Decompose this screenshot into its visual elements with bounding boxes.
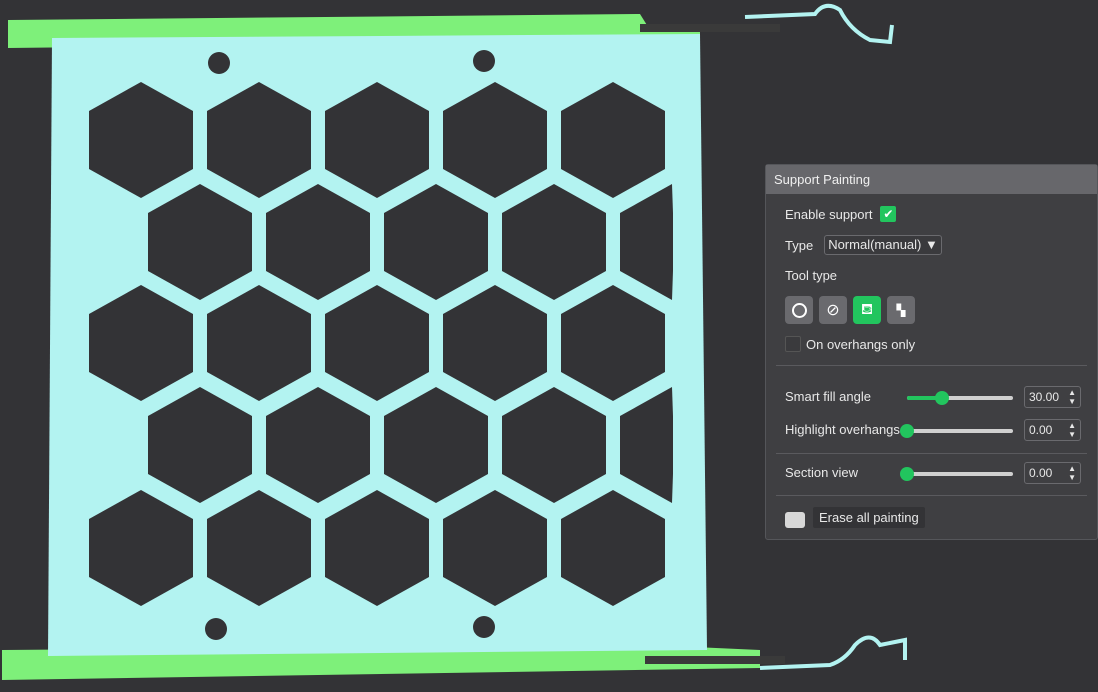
gap-fill-button[interactable]: ▚ [887,296,915,324]
spin-arrows-icon[interactable]: ▲ ▼ [1068,421,1076,439]
hex-grid [89,82,673,606]
divider [776,495,1087,496]
highlight-overhangs-label: Highlight overhangs [785,422,900,437]
sphere-brush-icon: ⊘ [826,302,840,319]
bottom-rail-slot [645,656,785,664]
panel-title: Support Painting [766,165,1097,194]
sphere-brush-button[interactable]: ⊘ [819,296,847,324]
chevron-down-icon: ▼ [925,237,938,252]
enable-support-checkbox[interactable]: ✔ [880,206,897,222]
overhangs-only-label: On overhangs only [806,336,916,352]
gap-fill-icon: ▚ [896,304,906,317]
section-view-input[interactable]: 0.00 ▲ ▼ [1024,462,1081,484]
spin-arrows-icon[interactable]: ▲ ▼ [1068,464,1076,482]
keyboard-icon[interactable] [785,512,805,528]
section-view-value: 0.00 [1029,466,1053,480]
circle-brush-icon [791,302,807,318]
smart-fill-angle-label: Smart fill angle [785,389,871,404]
smart-fill-angle-input[interactable]: 30.00 ▲ ▼ [1024,386,1081,408]
circle-brush-button[interactable] [785,296,813,324]
smart-fill-angle-slider[interactable] [907,391,1013,405]
highlight-overhangs-value: 0.00 [1029,423,1053,437]
mount-hole [473,616,495,638]
top-clip [744,3,894,45]
type-dropdown[interactable]: Normal(manual) ▼ [824,235,942,255]
enable-support-row: Enable support ✔ [785,206,897,222]
section-view-label: Section view [785,465,858,480]
section-view-slider[interactable] [900,467,1013,481]
mount-hole [205,618,227,640]
tool-type-label: Tool type [785,268,838,283]
fill-bucket-icon: ⛾ [860,300,874,318]
tool-type-group: ⊘ ⛾ ▚ [785,296,915,324]
highlight-overhangs-slider[interactable] [900,424,1013,438]
top-rail-slot [640,24,780,32]
fill-bucket-button[interactable]: ⛾ [853,296,881,324]
divider [776,365,1087,366]
type-label: Type [785,237,814,253]
mount-hole [473,50,495,72]
type-value: Normal(manual) [828,237,922,252]
overhangs-only-row: On overhangs only [785,336,915,352]
erase-all-painting-button[interactable]: Erase all painting [813,506,925,528]
enable-support-label: Enable support [785,206,873,222]
highlight-overhangs-input[interactable]: 0.00 ▲ ▼ [1024,419,1081,441]
mount-hole [208,52,230,74]
overhangs-only-checkbox[interactable] [785,336,801,352]
support-painting-panel: Support Painting Enable support ✔ Type N… [765,164,1098,540]
type-row: Type Normal(manual) ▼ [785,235,942,255]
spin-arrows-icon[interactable]: ▲ ▼ [1068,388,1076,406]
divider [776,453,1087,454]
smart-fill-angle-value: 30.00 [1029,390,1060,404]
